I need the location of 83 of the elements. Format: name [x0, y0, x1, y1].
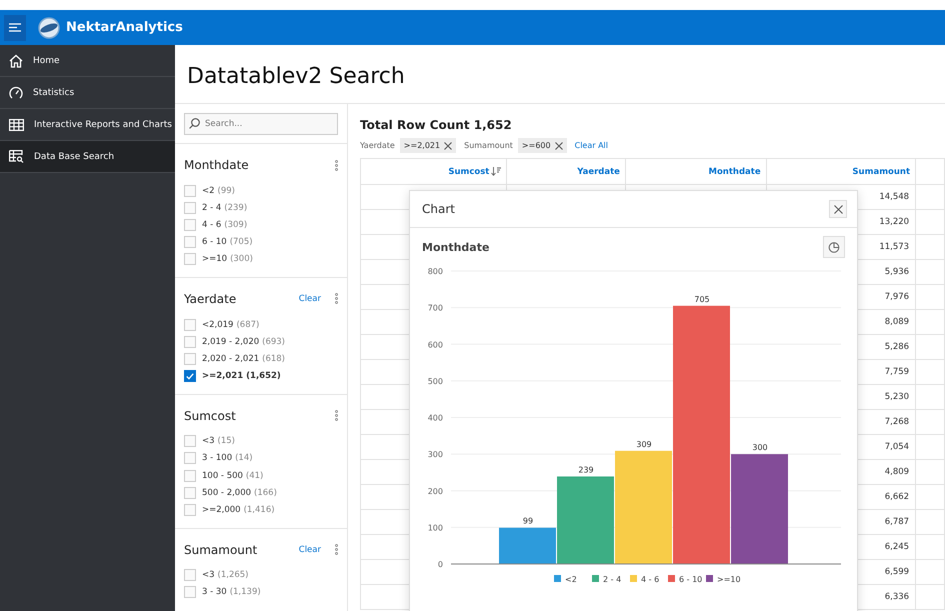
- logo-icon: [38, 16, 60, 38]
- gauge-icon: [9, 86, 23, 100]
- facet-option: 2,019 - 2,020 (693): [202, 336, 285, 347]
- facet-option: 500 - 2,000 (166): [202, 488, 277, 498]
- column-header[interactable]: Sumcost: [360, 158, 507, 184]
- close-button[interactable]: [829, 200, 847, 218]
- axis-label: 0: [438, 560, 443, 569]
- more-icon[interactable]: [335, 293, 338, 304]
- axis-label: 800: [428, 267, 443, 276]
- facet-option: <3 (1,265): [202, 570, 248, 580]
- legend-swatch: [554, 575, 561, 582]
- more-icon[interactable]: [335, 160, 338, 170]
- app-title: NektarAnalytics: [66, 20, 183, 35]
- close-icon[interactable]: [444, 142, 452, 150]
- filter-chip[interactable]: >=2,021: [400, 138, 456, 153]
- data-label: 239: [578, 465, 594, 474]
- facet-option: 3 - 100 (14): [202, 453, 253, 464]
- legend-label: 4 - 6: [641, 575, 660, 584]
- dialog-title: Chart: [422, 202, 456, 216]
- facet-option: 3 - 30 (1,139): [202, 587, 261, 598]
- search-field[interactable]: Search...: [184, 113, 338, 135]
- facet-option: 6 - 10 (705): [202, 237, 253, 248]
- facet-option: <2,019 (687): [202, 320, 260, 330]
- menu-icon: [9, 23, 21, 32]
- legend-label: <2: [565, 575, 577, 584]
- axis-label: 700: [428, 304, 443, 313]
- axis-label: 400: [428, 414, 443, 422]
- column-header[interactable]: Yaerdate: [506, 158, 626, 184]
- clear-link[interactable]: Clear: [298, 294, 321, 304]
- search-icon: [189, 118, 200, 129]
- row-count: Total Row Count 1,652: [360, 118, 513, 132]
- facet-title: Sumamount: [184, 542, 258, 557]
- clear-link[interactable]: Clear: [298, 544, 321, 555]
- table-search-icon: [9, 150, 24, 163]
- legend-swatch: [706, 575, 713, 582]
- facet-option: <2 (99): [202, 186, 235, 196]
- facet-option: 4 - 6 (309): [202, 220, 248, 230]
- data-label: 99: [522, 516, 534, 526]
- facet-option: 2 - 4 (239): [202, 202, 248, 213]
- clear-all-link[interactable]: Clear All: [574, 141, 608, 150]
- axis-label: 100: [428, 523, 443, 532]
- checkbox[interactable]: [184, 370, 196, 382]
- chart-type-button[interactable]: [823, 236, 845, 258]
- legend-swatch: [630, 575, 637, 582]
- more-icon[interactable]: [335, 410, 338, 422]
- page-title: Datatablev2 Search: [187, 64, 405, 88]
- axis-label: 300: [428, 450, 443, 460]
- data-label: 309: [636, 440, 652, 449]
- filter-chip[interactable]: >=600: [518, 138, 567, 153]
- data-label: 705: [694, 294, 710, 304]
- legend-swatch: [668, 575, 675, 582]
- home-icon: [9, 54, 23, 68]
- facet-option: >=2,000 (1,416): [202, 505, 275, 516]
- nav-item[interactable]: Home: [0, 45, 175, 77]
- facet-title: Yaerdate: [184, 292, 238, 306]
- axis-label: 600: [428, 340, 443, 350]
- column-header[interactable]: Monthdate: [625, 158, 766, 184]
- menu-button[interactable]: [4, 14, 26, 40]
- legend-label: 6 - 10: [679, 575, 702, 584]
- grid-icon: [9, 118, 24, 130]
- facet-option: >=2,021 (1,652): [202, 371, 281, 382]
- nav-item[interactable]: Data Base Search: [0, 141, 175, 173]
- legend-label: >=10: [717, 575, 741, 584]
- close-icon: [834, 204, 842, 214]
- facet-option: <3 (15): [202, 436, 235, 446]
- filter-name: Yaerdate: [360, 141, 395, 150]
- chart-title: Monthdate: [422, 240, 490, 254]
- axis-label: 200: [428, 486, 443, 496]
- facet-option: 2,020 - 2,021 (618): [202, 354, 285, 364]
- facet-option: >=10 (300): [202, 254, 253, 264]
- data-label: 300: [752, 443, 768, 452]
- pie-chart-icon: [828, 241, 840, 253]
- legend-label: 2 - 4: [603, 575, 622, 584]
- nav-item[interactable]: Statistics: [0, 77, 175, 109]
- facet-title: Monthdate: [184, 158, 250, 172]
- close-icon[interactable]: [554, 142, 563, 150]
- axis-label: 500: [428, 376, 443, 386]
- legend-swatch: [592, 575, 599, 582]
- column-header[interactable]: Sumamount: [766, 158, 916, 184]
- facet-option: 100 - 500 (41): [202, 470, 264, 481]
- more-icon[interactable]: [335, 544, 338, 556]
- facet-title: Sumcost: [184, 408, 237, 423]
- filter-name: Sumamount: [464, 141, 513, 150]
